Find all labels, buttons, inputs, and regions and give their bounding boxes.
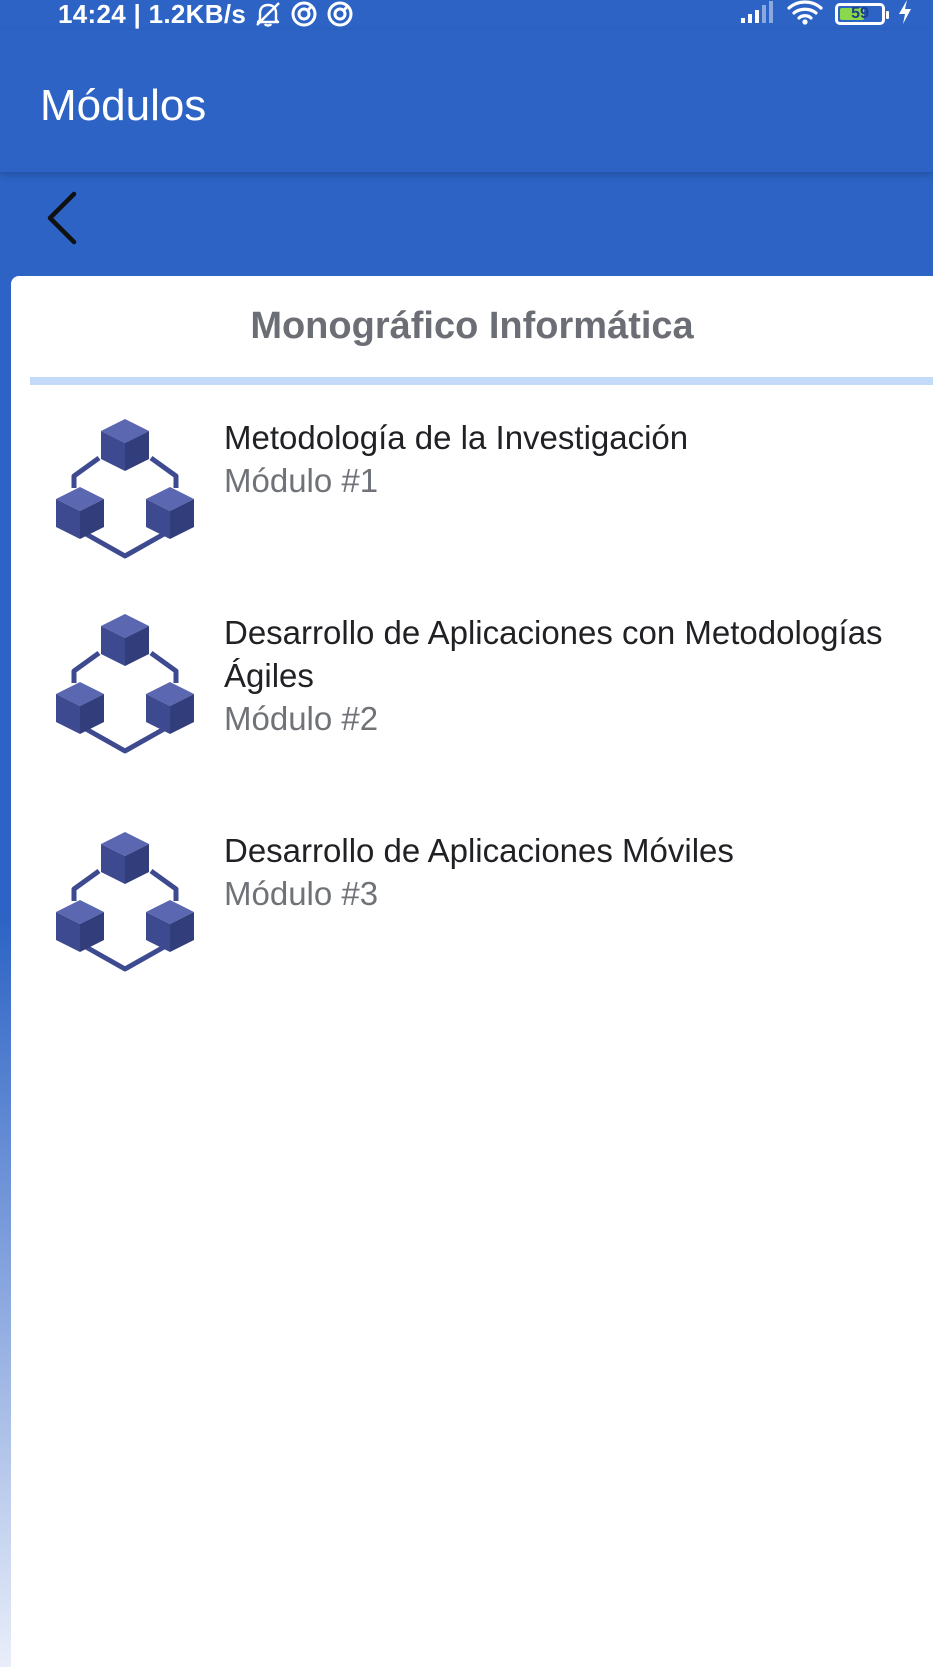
status-bar: 14:24 | 1.2KB/s 59 [0,0,933,30]
modules-card: Monográfico Informática Metodología de l… [11,276,933,1667]
chevron-left-icon [40,190,84,251]
module-name: Metodología de la Investigación [224,419,689,456]
module-number: Módulo #3 [224,875,379,912]
course-title: Monográfico Informática [250,305,694,347]
sync-icon [326,0,354,28]
cubes-network-icon [52,416,198,562]
list-item[interactable]: Desarrollo de Aplicaciones Móviles Módul… [11,829,933,1024]
cubes-network-icon [52,829,198,975]
module-number: Módulo #2 [224,700,379,737]
divider [30,377,933,385]
sync-icon [290,0,318,28]
module-name: Desarrollo de Aplicaciones Móviles [224,832,734,869]
charging-bolt-icon [897,0,913,30]
module-name: Desarrollo de Aplicaciones con Metodolog… [224,614,883,694]
battery-level: 59 [851,5,869,22]
module-number: Módulo #1 [224,462,379,499]
module-list: Metodología de la Investigación Módulo #… [11,416,933,1024]
back-button[interactable] [30,188,94,252]
notifications-off-icon [254,1,282,27]
signal-icon [739,0,775,29]
battery-icon: 59 [835,3,889,25]
status-time-speed: 14:24 | 1.2KB/s [58,0,247,29]
wifi-icon [787,0,823,30]
app-bar: Módulos [0,30,933,172]
cubes-network-icon [52,611,198,757]
list-item[interactable]: Desarrollo de Aplicaciones con Metodolog… [11,611,933,829]
page-title: Módulos [40,81,207,130]
list-item[interactable]: Metodología de la Investigación Módulo #… [11,416,933,611]
